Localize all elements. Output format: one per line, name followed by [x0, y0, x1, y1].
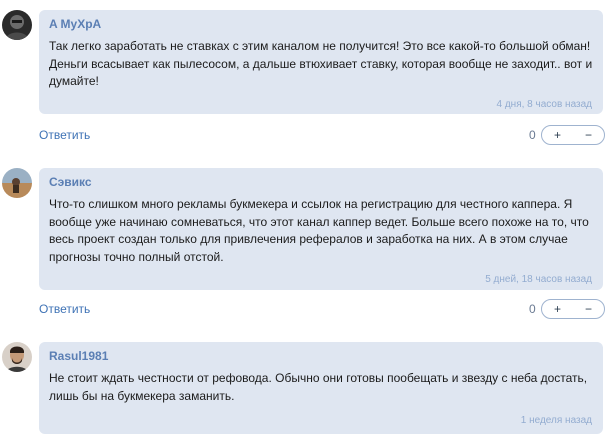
- comment-author[interactable]: A MyXpA: [49, 17, 593, 31]
- avatar[interactable]: [2, 342, 32, 372]
- comments-list: A MyXpA Так легко заработать не ставках …: [0, 0, 606, 437]
- comment-bubble: Rasul1981 Не стоит ждать честности от ре…: [39, 342, 603, 434]
- reply-link[interactable]: Ответить: [39, 299, 90, 319]
- comment-actions: Ответить 0 + −: [39, 125, 605, 145]
- upvote-button[interactable]: +: [542, 126, 573, 144]
- vote-count: 0: [529, 302, 536, 316]
- upvote-button[interactable]: +: [542, 300, 573, 318]
- comment-bubble: Сэвикс Что-то слишком много рекламы букм…: [39, 168, 603, 290]
- user-photo-icon: [2, 342, 32, 372]
- comment-actions: Ответить 0 + −: [39, 299, 605, 319]
- comment-author[interactable]: Сэвикс: [49, 175, 593, 189]
- comment-timestamp: 1 неделя назад: [520, 415, 592, 426]
- comment-text: Так легко заработать не ставках с этим к…: [49, 39, 593, 88]
- comment-text: Не стоит ждать честности от рефовода. Об…: [49, 371, 588, 403]
- comment-author[interactable]: Rasul1981: [49, 349, 593, 363]
- avatar[interactable]: [2, 10, 32, 40]
- downvote-button[interactable]: −: [573, 126, 604, 144]
- downvote-button[interactable]: −: [573, 300, 604, 318]
- reply-link[interactable]: Ответить: [39, 125, 90, 145]
- user-photo-icon: [2, 10, 32, 40]
- user-photo-icon: [2, 168, 32, 198]
- vote-count: 0: [529, 128, 536, 142]
- avatar[interactable]: [2, 168, 32, 198]
- comment-timestamp: 5 дней, 18 часов назад: [485, 274, 592, 285]
- vote-buttons: + −: [541, 299, 605, 319]
- comment-text: Что-то слишком много рекламы букмекера и…: [49, 197, 589, 264]
- comment-timestamp: 4 дня, 8 часов назад: [496, 99, 593, 110]
- vote-buttons: + −: [541, 125, 605, 145]
- comment-bubble: A MyXpA Так легко заработать не ставках …: [39, 10, 603, 114]
